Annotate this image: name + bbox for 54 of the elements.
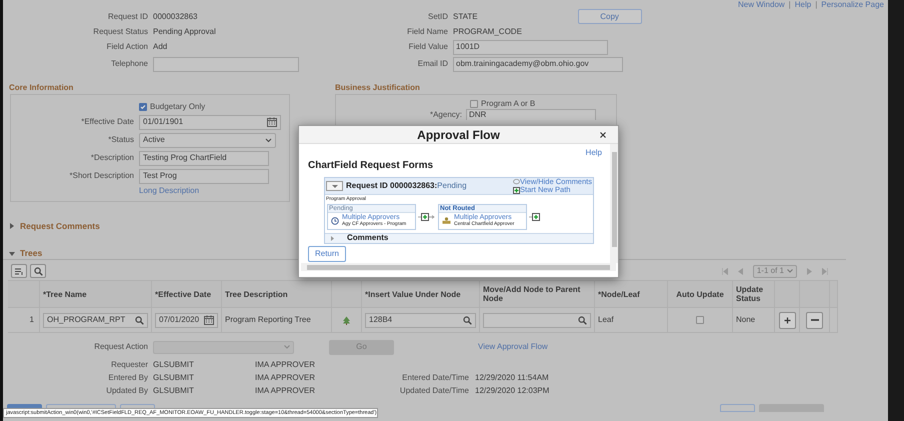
- field-label: Field Action: [106, 41, 149, 53]
- user-name: IMA APPROVER: [255, 358, 316, 370]
- comments-label: Comments: [347, 232, 388, 244]
- table-cell: None: [736, 314, 756, 326]
- request-title: Request ID 0000032863:Pending: [346, 180, 467, 192]
- date-time-value: 12/29/2020 11:54AM: [475, 372, 549, 384]
- dialog-heading: ChartField Request Forms: [308, 159, 434, 173]
- user-name: IMA APPROVER: [255, 384, 316, 396]
- field-value: Pending Approval: [153, 26, 216, 38]
- field-label: Updated Date/Time: [398, 384, 470, 396]
- dialog-title: Approval Flow: [417, 126, 500, 144]
- column-header: *Effective Date: [155, 290, 212, 298]
- column-header: Auto Update: [675, 290, 725, 298]
- checkbox-label: Program A or B: [481, 98, 536, 110]
- field-value: Add: [153, 41, 168, 53]
- column-header: Move/Add Node to Parent Node: [483, 285, 582, 303]
- field-label: Entered By: [107, 372, 149, 384]
- column-header: Update Status: [736, 285, 764, 303]
- user-id: GLSUBMIT: [153, 372, 195, 384]
- field-label: Email ID: [416, 58, 449, 70]
- link-separator: |: [788, 0, 791, 10]
- row-number: 1: [30, 314, 35, 326]
- checkbox-label: Budgetary Only: [150, 100, 206, 112]
- table-cell: Leaf: [598, 314, 614, 326]
- field-value: PROGRAM_CODE: [453, 26, 522, 38]
- column-header: *Insert Value Under Node: [365, 290, 461, 298]
- field-label: *Short Description: [68, 170, 135, 182]
- field-label: Request ID: [106, 10, 149, 22]
- field-label: *Status: [107, 134, 135, 146]
- table-cell: Program Reporting Tree: [225, 314, 311, 326]
- column-header: *Tree Name: [43, 290, 87, 298]
- field-label: *Description: [90, 152, 135, 164]
- field-label: Updated By: [105, 384, 149, 396]
- date-time-value: 12/29/2020 12:03PM: [475, 384, 550, 396]
- field-label: Field Name: [406, 26, 449, 38]
- field-label: Entered Date/Time: [401, 372, 470, 384]
- link-separator: |: [815, 0, 818, 10]
- field-label: Telephone: [110, 58, 149, 70]
- field-label: Request Status: [92, 26, 149, 38]
- user-id: GLSUBMIT: [153, 384, 195, 396]
- field-label: SetID: [426, 10, 449, 22]
- section-heading: Business Justification: [335, 82, 421, 94]
- user-id: GLSUBMIT: [153, 358, 195, 370]
- column-header: Tree Description: [225, 290, 288, 298]
- section-heading: Core Information: [9, 82, 74, 94]
- field-value: 0000032863: [153, 10, 198, 22]
- column-header: *Node/Leaf: [598, 290, 640, 298]
- user-name: IMA APPROVER: [255, 372, 316, 384]
- field-label: Requester: [110, 358, 149, 370]
- field-label: *Effective Date: [80, 116, 135, 128]
- field-label: *Agency:: [428, 109, 463, 120]
- field-value: STATE: [453, 10, 478, 22]
- field-label: Request Action: [93, 341, 149, 353]
- field-label: Field Value: [408, 41, 449, 53]
